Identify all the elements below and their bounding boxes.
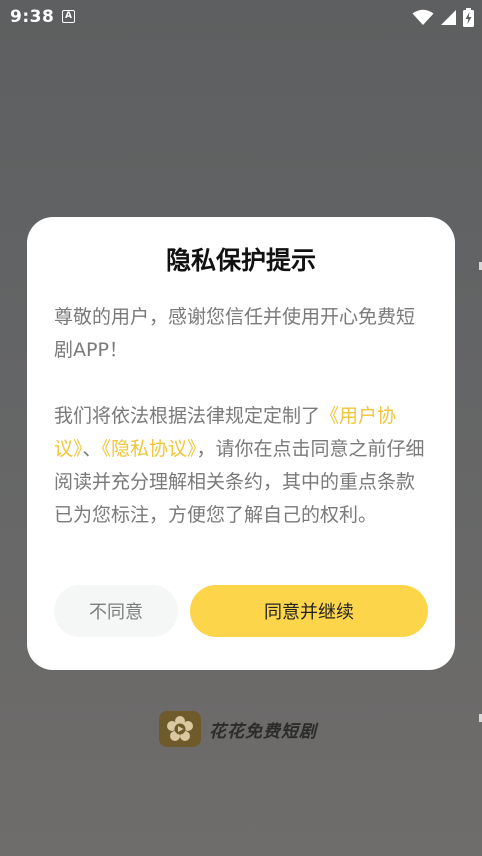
agreement-paragraph: 我们将依法根据法律规定定制了《用户协议》、《隐私协议》，请你在点击同意之前仔细阅… — [54, 400, 428, 532]
brand-name: 花花免费短剧 — [209, 721, 317, 742]
separator: 、 — [82, 438, 102, 460]
dialog-body: 尊敬的用户，感谢您信任并使用开心免费短剧APP！ 我们将依法根据法律规定定制了《… — [54, 301, 428, 532]
a-notification-icon: A — [62, 10, 75, 23]
dialog-buttons: 不同意 同意并继续 — [54, 585, 428, 637]
disagree-button[interactable]: 不同意 — [54, 585, 178, 637]
greeting-text: 尊敬的用户，感谢您信任并使用开心免费短剧APP！ — [54, 306, 416, 361]
status-time: 9:38 — [10, 7, 55, 27]
battery-charging-icon — [463, 8, 474, 27]
body-prefix: 我们将依法根据法律规定定制了 — [54, 405, 321, 427]
agree-continue-button[interactable]: 同意并继续 — [190, 585, 428, 637]
app-screen: 9:38 A 隐私保护提示 尊敬的用户，感谢您信任并使用开心免费短剧APP！ 我… — [0, 0, 482, 856]
privacy-policy-link[interactable]: 《隐私协议》 — [102, 438, 197, 460]
dialog-title: 隐私保护提示 — [165, 246, 316, 275]
privacy-dialog: 隐私保护提示 尊敬的用户，感谢您信任并使用开心免费短剧APP！ 我们将依法根据法… — [27, 217, 455, 670]
signal-icon — [441, 10, 456, 25]
status-icons — [412, 8, 474, 27]
flower-logo-icon — [159, 711, 201, 747]
brand-footer: 花花免费短剧 — [159, 711, 317, 747]
status-bar: 9:38 A — [0, 0, 482, 34]
wifi-icon — [412, 9, 434, 25]
